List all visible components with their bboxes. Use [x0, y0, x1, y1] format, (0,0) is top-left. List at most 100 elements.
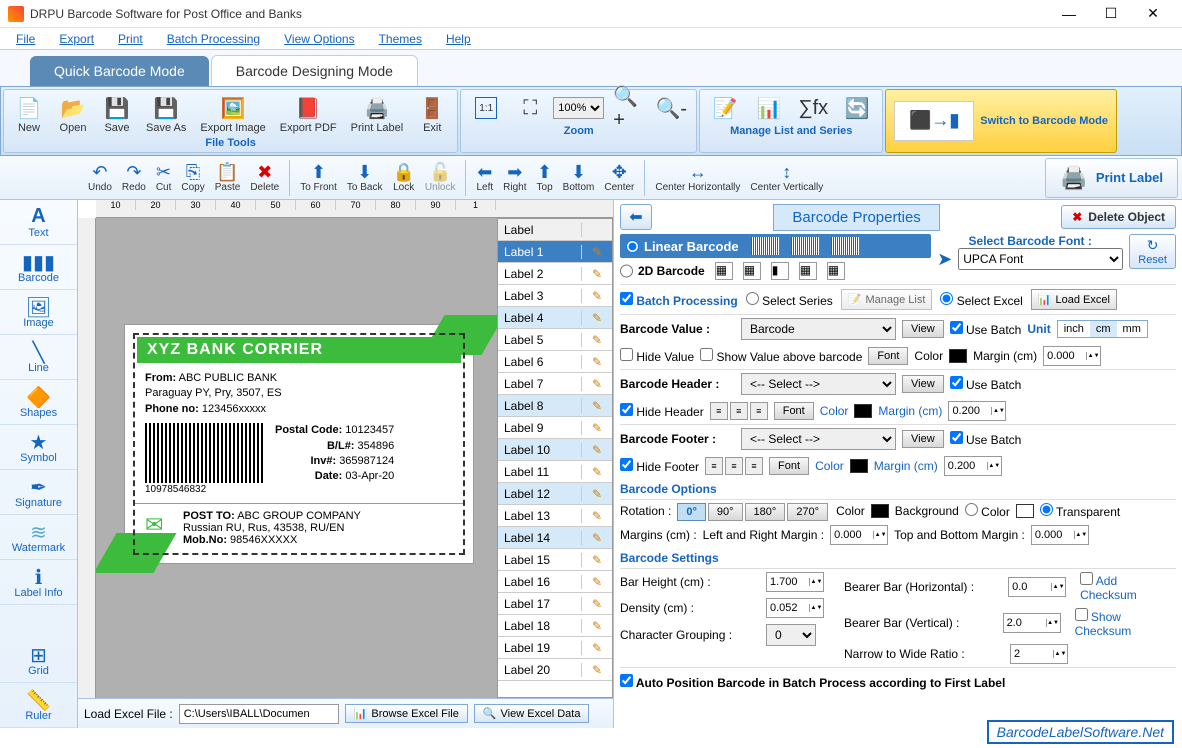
label-list-row[interactable]: Label 15✎ [498, 549, 612, 571]
view-excel-button[interactable]: 🔍 View Excel Data [474, 704, 590, 723]
save-button[interactable]: 💾Save [96, 92, 138, 136]
label-list-row[interactable]: Label 20✎ [498, 659, 612, 681]
header-color-swatch[interactable] [854, 404, 872, 418]
bg-color-radio[interactable]: Color [965, 503, 1010, 519]
footer-margin-spin[interactable]: ▲▼ [944, 456, 1002, 476]
hide-value-checkbox[interactable]: Hide Value [620, 348, 694, 364]
footer-font-button[interactable]: Font [769, 457, 809, 475]
label-list-row[interactable]: Label 11✎ [498, 461, 612, 483]
lock-button[interactable]: 🔒Lock [388, 162, 418, 193]
copy-button[interactable]: ⎘Copy [177, 162, 208, 193]
label-list-row[interactable]: Label 12✎ [498, 483, 612, 505]
close-button[interactable]: ✕ [1132, 0, 1174, 28]
manage-list-button[interactable]: 📝 Manage List [841, 289, 933, 310]
add-checksum-checkbox[interactable]: Add Checksum [1080, 572, 1176, 602]
tool-shapes[interactable]: 🔶Shapes [0, 380, 77, 425]
view-value-button[interactable]: View [902, 320, 944, 338]
unlock-button[interactable]: 🔓Unlock [421, 162, 460, 193]
tool-line[interactable]: ╲Line [0, 335, 77, 380]
unit-buttons[interactable]: inchcmmm [1057, 320, 1148, 338]
manage-icon-1[interactable]: 📝 [704, 92, 746, 124]
paste-button[interactable]: 📋Paste [211, 162, 245, 193]
menu-help[interactable]: Help [434, 30, 483, 48]
align-left-button[interactable]: ⬅Left [472, 162, 497, 193]
label-list-row[interactable]: Label 1✎ [498, 241, 612, 263]
label-list-row[interactable]: Label 13✎ [498, 505, 612, 527]
hide-header-checkbox[interactable]: Hide Header [620, 403, 704, 419]
barcode-font-select[interactable]: UPCA Font [958, 248, 1123, 270]
open-button[interactable]: 📂Open [52, 92, 94, 136]
zoom-in-button[interactable]: 🔍+ [606, 92, 648, 124]
density-spin[interactable]: ▲▼ [766, 598, 824, 618]
browse-excel-button[interactable]: 📊 Browse Excel File [345, 704, 468, 723]
batch-checkbox[interactable]: Batch Processing [620, 292, 738, 308]
menu-file[interactable]: File [4, 30, 47, 48]
load-excel-button[interactable]: 📊 Load Excel [1031, 289, 1117, 310]
label-list-row[interactable]: Label 19✎ [498, 637, 612, 659]
tool-signature[interactable]: ✒Signature [0, 470, 77, 515]
header-font-button[interactable]: Font [774, 402, 814, 420]
label-list-row[interactable]: Label 7✎ [498, 373, 612, 395]
label-list-row[interactable]: Label 9✎ [498, 417, 612, 439]
delete-object-button[interactable]: ✖Delete Object [1061, 205, 1176, 229]
cut-button[interactable]: ✂Cut [152, 162, 176, 193]
align-bottom-button[interactable]: ⬇Bottom [559, 162, 599, 193]
tool-labelinfo[interactable]: ℹLabel Info [0, 560, 77, 605]
linear-barcode-radio[interactable]: Linear Barcode [626, 239, 739, 254]
label-list-row[interactable]: Label 18✎ [498, 615, 612, 637]
align-center-button[interactable]: ✥Center [600, 162, 638, 193]
bar-height-spin[interactable]: ▲▼ [766, 572, 824, 592]
to-front-button[interactable]: ⬆To Front [296, 162, 341, 193]
n2w-spin[interactable]: ▲▼ [1010, 644, 1068, 664]
2d-barcode-radio[interactable]: 2D Barcode [620, 264, 705, 278]
bg-color-swatch[interactable] [1016, 504, 1034, 518]
label-list[interactable]: LabelLabel 1✎Label 2✎Label 3✎Label 4✎Lab… [497, 218, 613, 698]
tool-watermark[interactable]: ≋Watermark [0, 515, 77, 560]
footer-color-swatch[interactable] [850, 459, 868, 473]
char-group-select[interactable]: 0 [766, 624, 816, 646]
use-batch-value[interactable]: Use Batch [950, 321, 1022, 337]
tool-symbol[interactable]: ★Symbol [0, 425, 77, 470]
switch-mode-button[interactable]: ⬛→▮ Switch to Barcode Mode [885, 89, 1117, 153]
tool-ruler[interactable]: 📏Ruler [0, 683, 77, 728]
value-margin-spin[interactable]: ▲▼ [1043, 346, 1101, 366]
bearer-v-spin[interactable]: ▲▼ [1003, 613, 1061, 633]
footer-select[interactable]: <-- Select --> [741, 428, 896, 450]
menu-themes[interactable]: Themes [367, 30, 434, 48]
barcode-value-select[interactable]: Barcode [741, 318, 896, 340]
manage-icon-3[interactable]: ∑fx [792, 92, 834, 124]
view-header-button[interactable]: View [902, 375, 944, 393]
label-list-row[interactable]: Label 8✎ [498, 395, 612, 417]
label-list-row[interactable]: Label 4✎ [498, 307, 612, 329]
label-list-row[interactable]: Label 14✎ [498, 527, 612, 549]
tool-barcode[interactable]: ▮▮▮Barcode [0, 245, 77, 290]
redo-button[interactable]: ↷Redo [118, 162, 150, 193]
label-list-row[interactable]: Label 3✎ [498, 285, 612, 307]
footer-align-buttons[interactable]: ≡≡≡ [705, 457, 763, 475]
reset-button[interactable]: ↻Reset [1129, 234, 1176, 269]
view-footer-button[interactable]: View [902, 430, 944, 448]
print-label-big-button[interactable]: 🖨️Print Label [1045, 158, 1178, 198]
manage-icon-4[interactable]: 🔄 [836, 92, 878, 124]
tool-grid[interactable]: ⊞Grid [0, 638, 77, 683]
export-image-button[interactable]: 🖼️Export Image [194, 92, 271, 136]
use-batch-footer[interactable]: Use Batch [950, 431, 1022, 447]
label-list-row[interactable]: Label 16✎ [498, 571, 612, 593]
excel-path-input[interactable] [179, 704, 339, 724]
header-select[interactable]: <-- Select --> [741, 373, 896, 395]
show-checksum-checkbox[interactable]: Show Checksum [1075, 608, 1176, 638]
new-button[interactable]: 📄New [8, 92, 50, 136]
label-card[interactable]: XYZ BANK CORRIER From: ABC PUBLIC BANK P… [124, 324, 474, 564]
exit-button[interactable]: 🚪Exit [411, 92, 453, 136]
maximize-button[interactable]: ☐ [1090, 0, 1132, 28]
tool-text[interactable]: AText [0, 200, 77, 245]
menu-export[interactable]: Export [47, 30, 106, 48]
menu-batch[interactable]: Batch Processing [155, 30, 272, 48]
label-list-row[interactable]: Label 5✎ [498, 329, 612, 351]
label-list-row[interactable]: Label 6✎ [498, 351, 612, 373]
zoom-out-button[interactable]: 🔍- [650, 92, 692, 124]
minimize-button[interactable]: — [1048, 0, 1090, 28]
hide-footer-checkbox[interactable]: Hide Footer [620, 458, 699, 474]
saveas-button[interactable]: 💾Save As [140, 92, 192, 136]
center-h-button[interactable]: ↔Center Horizontally [651, 162, 744, 193]
